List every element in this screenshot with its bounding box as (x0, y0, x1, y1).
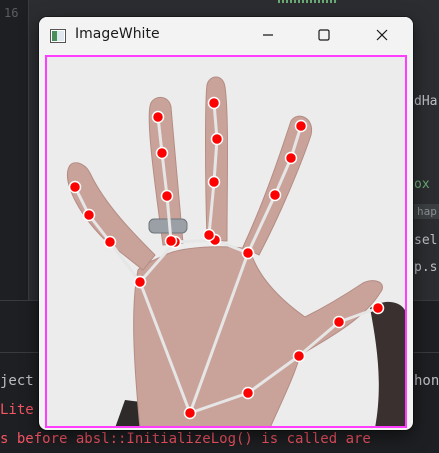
landmark-point (183, 406, 197, 420)
landmark-point (284, 151, 298, 165)
console-line: Lite (0, 402, 34, 418)
console-line: hon (414, 373, 439, 389)
image-canvas (45, 55, 407, 428)
hand-image (45, 55, 407, 428)
maximize-icon (318, 29, 330, 41)
image-window[interactable]: ImageWhite (39, 17, 413, 430)
landmark-point (268, 188, 282, 202)
landmark-point (371, 301, 385, 315)
code-fragment[interactable]: ox (414, 177, 430, 192)
app-icon (50, 28, 66, 43)
landmark-point (155, 146, 169, 160)
landmark-point (207, 96, 221, 110)
landmark-point (210, 132, 224, 146)
console-line: ject (0, 373, 34, 389)
landmark-point (103, 235, 117, 249)
landmark-point (164, 234, 178, 248)
landmark-point (332, 315, 346, 329)
minimize-icon (262, 29, 274, 41)
close-icon (376, 29, 388, 41)
landmark-point (241, 386, 255, 400)
landmark-point (292, 349, 306, 363)
window-title: ImageWhite (75, 26, 160, 42)
line-gutter: 16 (0, 0, 29, 300)
title-bar[interactable]: ImageWhite (39, 17, 413, 53)
landmark-point (241, 246, 255, 260)
minimize-button[interactable] (245, 17, 291, 53)
code-fragment[interactable]: dHa (414, 94, 437, 109)
landmark-point (68, 180, 82, 194)
code-fragment[interactable]: sel (414, 233, 437, 248)
landmark-point (160, 189, 174, 203)
warning-underline (278, 0, 338, 3)
landmark-point (82, 208, 96, 222)
code-fragment[interactable]: p.s (414, 260, 437, 275)
inline-hint: hap (414, 204, 439, 219)
maximize-button[interactable] (301, 17, 347, 53)
landmark-point (202, 228, 216, 242)
console-line: s before absl::InitializeLog() is called… (0, 431, 371, 447)
landmark-point (133, 275, 147, 289)
landmark-point (207, 175, 221, 189)
landmark-point (294, 119, 308, 133)
landmark-point (151, 110, 165, 124)
line-number: 16 (4, 6, 19, 20)
close-button[interactable] (359, 17, 405, 53)
